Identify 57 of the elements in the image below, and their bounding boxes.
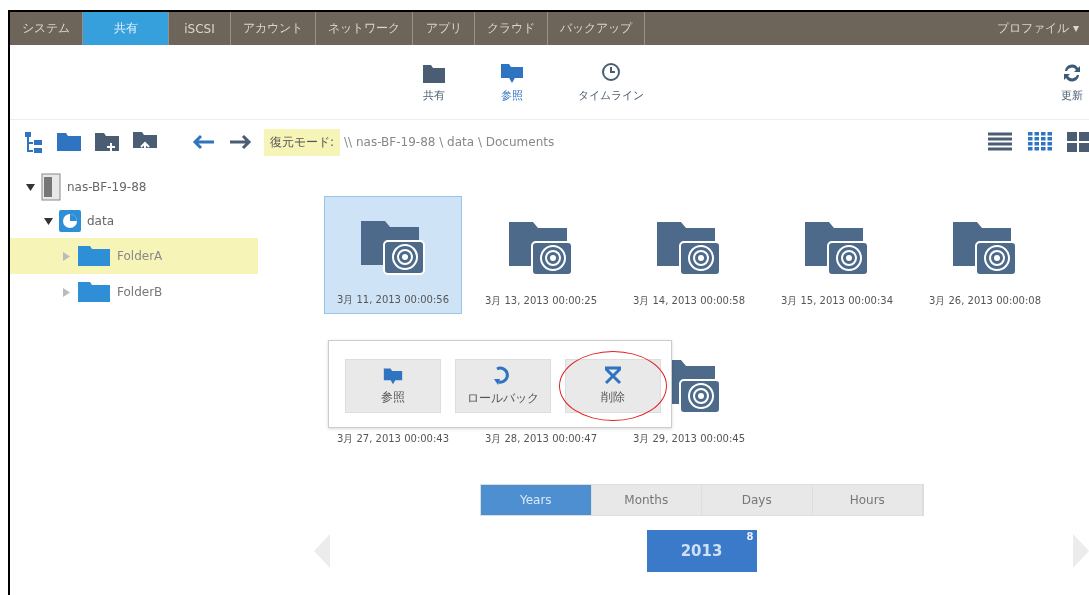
expand-toggle[interactable] — [62, 251, 71, 261]
tree-item[interactable]: data — [87, 214, 115, 228]
snapshot-date: 3月 13, 2013 00:00:25 — [484, 294, 598, 308]
action-button[interactable]: ロールバック — [455, 359, 551, 413]
nav-tab[interactable]: アカウント — [231, 12, 316, 45]
snapshot-date: 3月 26, 2013 00:00:08 — [928, 294, 1042, 308]
folder-icon[interactable] — [56, 131, 82, 153]
breadcrumb-path: \\ nas-BF-19-88 \ data \ Documents — [344, 135, 555, 149]
tree-item[interactable]: FolderB — [117, 285, 163, 299]
forward-arrow-icon[interactable] — [228, 134, 252, 150]
nav-tab[interactable]: クラウド — [475, 12, 548, 45]
cross-icon — [603, 366, 623, 386]
snapshot-date: 3月 29, 2013 00:00:45 — [632, 432, 746, 446]
folder-arrow-icon — [500, 61, 524, 84]
folder-icon — [77, 281, 111, 303]
volume-icon — [59, 210, 81, 232]
clock-icon — [599, 61, 623, 84]
tree-item[interactable]: FolderA — [117, 249, 163, 263]
scale-tab[interactable]: Hours — [812, 485, 923, 515]
scale-tab[interactable]: Years — [481, 485, 592, 515]
tree-item[interactable]: nas-BF-19-88 — [67, 180, 147, 194]
snapshot-date: 3月 15, 2013 00:00:34 — [780, 294, 894, 308]
count-label: 8 — [746, 531, 754, 542]
list-view-icon[interactable] — [987, 132, 1013, 152]
back-arrow-icon[interactable] — [192, 134, 216, 150]
action-button[interactable]: 削除 — [565, 359, 661, 413]
server-icon — [41, 173, 61, 201]
sub-tab[interactable]: 共有 — [420, 59, 448, 105]
tile-view-icon[interactable] — [1067, 132, 1089, 152]
nav-tab[interactable]: 共有 — [83, 12, 169, 45]
folder-icon — [77, 245, 111, 267]
action-button[interactable]: 参照 — [345, 359, 441, 413]
grid-view-icon[interactable] — [1027, 132, 1053, 152]
snapshot-date: 3月 28, 2013 00:00:47 — [484, 432, 598, 446]
nav-tab[interactable]: アプリ — [413, 12, 475, 45]
snapshot-date: 3月 27, 2013 00:00:43 — [336, 432, 450, 446]
refresh-button[interactable]: 更新 — [1059, 59, 1085, 105]
folder-arrow-icon — [383, 366, 403, 386]
new-folder-icon[interactable] — [94, 131, 120, 153]
nav-tab[interactable]: ネットワーク — [316, 12, 413, 45]
nav-tab[interactable]: バックアップ — [548, 12, 645, 45]
snapshot-date: 3月 11, 2013 00:00:56 — [336, 293, 450, 307]
tree-icon[interactable] — [24, 131, 44, 153]
scale-tab[interactable]: Months — [591, 485, 702, 515]
restore-mode-label: 復元モード: — [264, 128, 341, 156]
snapshot-date: 3月 14, 2013 00:00:58 — [632, 294, 746, 308]
expand-toggle[interactable] — [26, 182, 35, 192]
nav-tab[interactable]: iSCSI — [169, 12, 231, 45]
sub-tab[interactable]: 参照 — [498, 59, 526, 105]
selected-snapshot-highlight[interactable]: 3月 11, 2013 00:00:56 — [324, 196, 462, 314]
expand-toggle[interactable] — [44, 216, 53, 226]
profile-menu[interactable]: プロファイル ▾ — [987, 12, 1089, 45]
year-button[interactable]: 2013 8 — [646, 530, 757, 572]
scale-tab[interactable]: Days — [702, 485, 813, 515]
sub-tab[interactable]: タイムライン — [576, 59, 646, 105]
selected-row-highlight[interactable]: FolderA — [10, 238, 258, 274]
expand-toggle[interactable] — [62, 287, 71, 297]
